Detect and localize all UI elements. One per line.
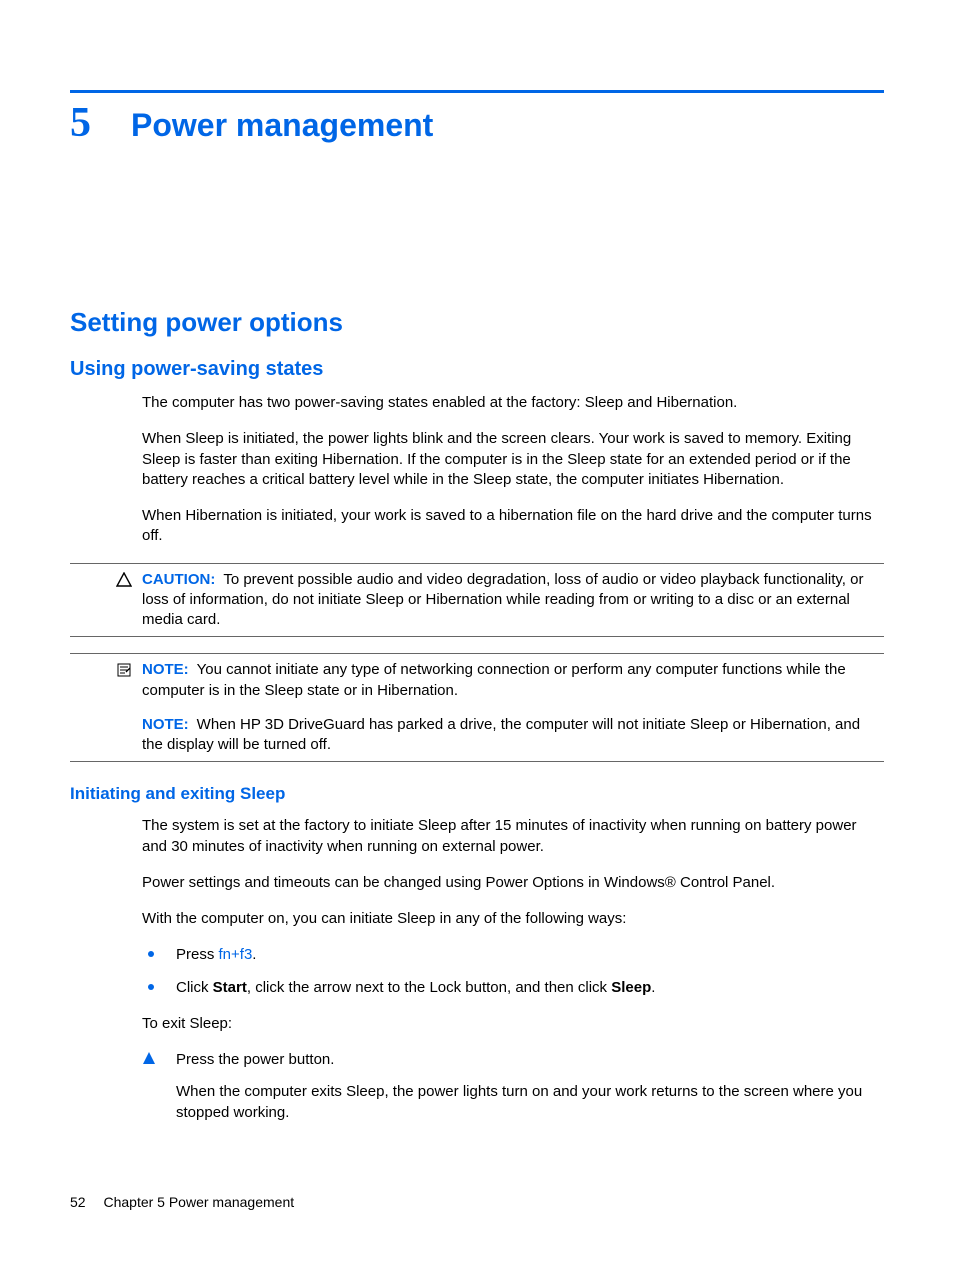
caution-text: To prevent possible audio and video degr… [142, 571, 863, 629]
note-icon [116, 662, 132, 678]
text: , click the arrow next to the Lock butto… [247, 979, 611, 996]
step-text: Press the power button. [176, 1051, 334, 1068]
paragraph: To exit Sleep: [142, 1014, 884, 1034]
paragraph: The system is set at the factory to init… [142, 816, 884, 857]
note-callout: NOTE:You cannot initiate any type of net… [70, 653, 884, 762]
step-list: Press the power button. When the compute… [142, 1050, 884, 1123]
step-triangle-icon [142, 1051, 156, 1071]
chapter-rule [70, 90, 884, 93]
list-item: Click Start, click the arrow next to the… [142, 978, 884, 998]
bullet-list: Press fn+f3. Click Start, click the arro… [142, 945, 884, 998]
footer-label: Chapter 5 Power management [103, 1194, 294, 1210]
paragraph: The computer has two power-saving states… [142, 393, 884, 413]
subsection-title: Using power-saving states [70, 358, 884, 381]
bold-text: Sleep [611, 979, 651, 996]
chapter-number: 5 [70, 99, 91, 147]
text: . [651, 979, 655, 996]
chapter-title: Power management [131, 107, 433, 144]
key-combo-link: fn+f3 [219, 946, 253, 963]
note-label: NOTE: [142, 716, 189, 733]
paragraph: With the computer on, you can initiate S… [142, 909, 884, 929]
text: . [252, 946, 256, 963]
note-label: NOTE: [142, 661, 189, 678]
bold-text: Start [213, 979, 247, 996]
paragraph: When Hibernation is initiated, your work… [142, 506, 884, 547]
list-item: Press the power button. When the compute… [142, 1050, 884, 1123]
caution-callout: CAUTION:To prevent possible audio and vi… [70, 563, 884, 638]
text: Press [176, 946, 219, 963]
page-number: 52 [70, 1194, 86, 1210]
text: Click [176, 979, 213, 996]
paragraph: Power settings and timeouts can be chang… [142, 873, 884, 893]
paragraph: When Sleep is initiated, the power light… [142, 429, 884, 490]
list-item: Press fn+f3. [142, 945, 884, 965]
caution-icon [116, 572, 132, 588]
subsubsection-title: Initiating and exiting Sleep [70, 784, 884, 804]
note-text: You cannot initiate any type of networki… [142, 661, 846, 698]
note-text: When HP 3D DriveGuard has parked a drive… [142, 716, 860, 753]
section-title: Setting power options [70, 307, 884, 338]
caution-label: CAUTION: [142, 571, 215, 588]
paragraph: When the computer exits Sleep, the power… [176, 1082, 884, 1123]
chapter-header: 5 Power management [70, 99, 884, 147]
page-footer: 52 Chapter 5 Power management [70, 1194, 294, 1210]
